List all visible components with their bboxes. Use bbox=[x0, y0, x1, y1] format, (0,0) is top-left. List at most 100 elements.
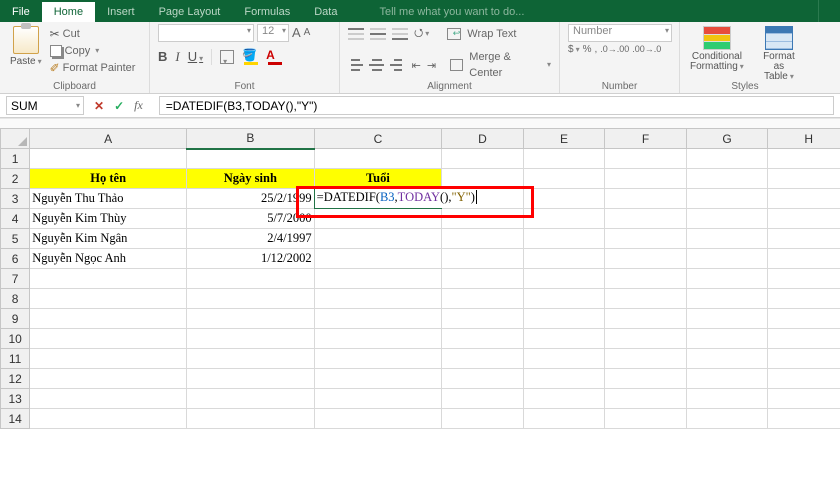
grow-font-button[interactable]: A bbox=[292, 25, 301, 41]
row-header[interactable]: 5 bbox=[1, 229, 30, 249]
align-right-button[interactable] bbox=[390, 59, 405, 71]
formula-string: "Y" bbox=[451, 190, 470, 204]
shrink-font-button[interactable]: A bbox=[304, 25, 311, 41]
conditional-formatting-icon bbox=[703, 26, 731, 50]
select-all-corner[interactable] bbox=[1, 129, 30, 149]
copy-label: Copy bbox=[65, 43, 91, 59]
align-bottom-button[interactable] bbox=[392, 28, 408, 40]
formula-text: =DATEDIF( bbox=[317, 190, 380, 204]
wrap-text-button[interactable]: Wrap Text bbox=[467, 26, 516, 42]
increase-decimal-button[interactable]: .0→.00 bbox=[600, 44, 629, 55]
row-header[interactable]: 4 bbox=[1, 209, 30, 229]
borders-button[interactable] bbox=[220, 50, 234, 64]
styles-group-label: Styles bbox=[680, 81, 810, 92]
tab-file[interactable]: File bbox=[0, 2, 42, 22]
cell[interactable]: Nguyễn Kim Thùy bbox=[30, 209, 187, 229]
enter-formula-button[interactable]: ✓ bbox=[114, 99, 124, 113]
row-header[interactable]: 11 bbox=[1, 349, 30, 369]
tab-formulas[interactable]: Formulas bbox=[232, 2, 302, 22]
col-header[interactable]: G bbox=[686, 129, 768, 149]
fx-icon[interactable]: fx bbox=[134, 98, 149, 113]
cell[interactable]: 5/7/2000 bbox=[187, 209, 315, 229]
row-header[interactable]: 3 bbox=[1, 189, 30, 209]
copy-icon bbox=[50, 45, 62, 57]
row-header[interactable]: 10 bbox=[1, 329, 30, 349]
row-header[interactable]: 7 bbox=[1, 269, 30, 289]
col-header[interactable]: C bbox=[314, 129, 442, 149]
cell-b3[interactable]: 25/2/1999 bbox=[187, 189, 315, 209]
formula-ref-b3: B3 bbox=[380, 190, 395, 204]
row-header[interactable]: 2 bbox=[1, 169, 30, 189]
group-alignment: ⭯ Wrap Text ⇤ ⇥ Merge & Center Alignment bbox=[340, 22, 560, 93]
painter-label: Format Painter bbox=[63, 60, 136, 76]
row-header[interactable]: 13 bbox=[1, 389, 30, 409]
conditional-formatting-button[interactable]: Conditional Formatting bbox=[688, 24, 746, 74]
font-color-button[interactable]: A bbox=[266, 48, 282, 65]
cell[interactable]: Nguyễn Kim Ngân bbox=[30, 229, 187, 249]
brush-icon: ✐ bbox=[50, 60, 60, 76]
cut-button[interactable]: ✂Cut bbox=[50, 26, 136, 42]
font-size-select[interactable]: 12 bbox=[257, 24, 289, 42]
cell[interactable]: Họ tên bbox=[30, 169, 187, 189]
decrease-indent-button[interactable]: ⇤ bbox=[412, 59, 421, 72]
col-header[interactable]: A bbox=[30, 129, 187, 149]
tab-data[interactable]: Data bbox=[302, 2, 349, 22]
tab-home[interactable]: Home bbox=[42, 2, 95, 22]
row-header[interactable]: 9 bbox=[1, 309, 30, 329]
share-button[interactable] bbox=[818, 0, 840, 22]
bold-button[interactable]: B bbox=[158, 49, 167, 64]
ft-label: Format as Table bbox=[758, 52, 800, 82]
col-header[interactable]: D bbox=[442, 129, 524, 149]
formula-bar-input[interactable]: =DATEDIF(B3,TODAY(),"Y") bbox=[159, 96, 834, 115]
align-middle-button[interactable] bbox=[370, 28, 386, 40]
increase-indent-button[interactable]: ⇥ bbox=[427, 59, 436, 72]
row-header[interactable]: 12 bbox=[1, 369, 30, 389]
worksheet-grid[interactable]: A B C D E F G H 1 2 Họ tên Ngày sinh Tuổ… bbox=[0, 128, 840, 500]
orientation-button[interactable]: ⭯ bbox=[414, 24, 429, 43]
name-box[interactable]: SUM bbox=[6, 96, 84, 115]
cell-c3-editing[interactable]: =DATEDIF(B3,TODAY(),"Y") bbox=[314, 189, 442, 209]
font-family-select[interactable] bbox=[158, 24, 254, 42]
cell[interactable]: 1/12/2002 bbox=[187, 249, 315, 269]
paste-icon bbox=[13, 26, 39, 54]
cancel-formula-button[interactable]: ✕ bbox=[94, 99, 104, 113]
paste-button[interactable]: Paste bbox=[8, 24, 44, 69]
cell[interactable]: Nguyễn Thu Thảo bbox=[30, 189, 187, 209]
formula-bar-expand[interactable] bbox=[0, 118, 840, 128]
row-header[interactable]: 6 bbox=[1, 249, 30, 269]
format-painter-button[interactable]: ✐Format Painter bbox=[50, 60, 136, 76]
tell-me-search[interactable]: Tell me what you want to do... bbox=[379, 2, 524, 22]
font-group-label: Font bbox=[150, 81, 339, 92]
tab-insert[interactable]: Insert bbox=[95, 2, 147, 22]
cell[interactable]: Tuổi bbox=[314, 169, 442, 189]
col-header[interactable]: F bbox=[605, 129, 687, 149]
group-font: 12 A A B I U 🪣 A Font bbox=[150, 22, 340, 93]
cell[interactable]: Ngày sinh bbox=[187, 169, 315, 189]
cut-label: Cut bbox=[63, 26, 80, 42]
cell[interactable]: 2/4/1997 bbox=[187, 229, 315, 249]
col-header[interactable]: E bbox=[523, 129, 605, 149]
copy-button[interactable]: Copy bbox=[50, 43, 136, 59]
italic-button[interactable]: I bbox=[175, 49, 179, 65]
decrease-decimal-button[interactable]: .00→.0 bbox=[632, 44, 661, 55]
alignment-group-label: Alignment bbox=[340, 81, 559, 92]
underline-button[interactable]: U bbox=[188, 49, 203, 64]
merge-center-button[interactable]: Merge & Center bbox=[469, 49, 551, 81]
cell[interactable]: Nguyễn Ngọc Anh bbox=[30, 249, 187, 269]
row-header[interactable]: 1 bbox=[1, 149, 30, 169]
col-header[interactable]: B bbox=[187, 129, 315, 149]
row-header[interactable]: 14 bbox=[1, 409, 30, 429]
percent-button[interactable]: % bbox=[583, 44, 592, 55]
fill-color-button[interactable]: 🪣 bbox=[242, 48, 258, 65]
align-left-button[interactable] bbox=[348, 59, 363, 71]
col-header[interactable]: H bbox=[768, 129, 840, 149]
row-header[interactable]: 8 bbox=[1, 289, 30, 309]
align-top-button[interactable] bbox=[348, 28, 364, 40]
cf-label: Conditional Formatting bbox=[690, 52, 744, 72]
number-format-select[interactable]: Number bbox=[568, 24, 672, 42]
comma-button[interactable]: , bbox=[594, 44, 597, 55]
format-as-table-button[interactable]: Format as Table bbox=[756, 24, 802, 84]
tab-pagelayout[interactable]: Page Layout bbox=[147, 2, 233, 22]
accounting-format-button[interactable]: $ bbox=[568, 44, 580, 55]
align-center-button[interactable] bbox=[369, 59, 384, 71]
